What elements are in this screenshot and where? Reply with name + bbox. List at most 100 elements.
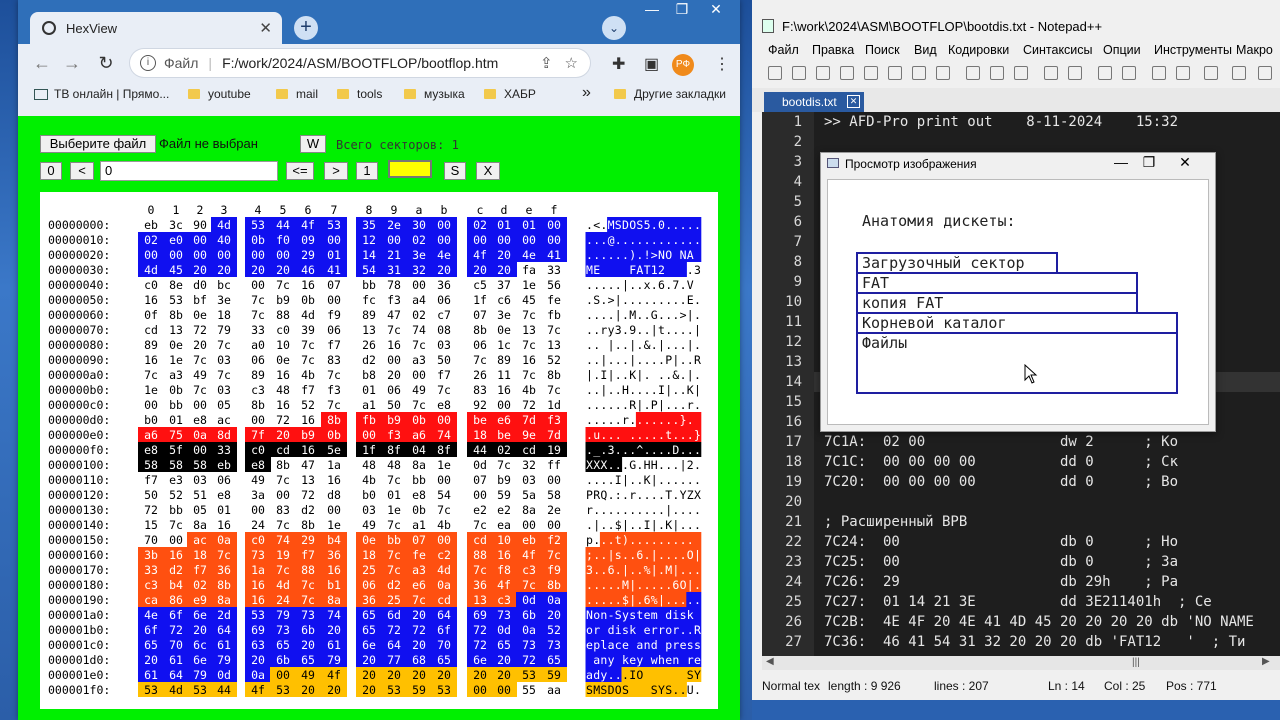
hex-byte[interactable]: 88 [473,548,487,562]
bookmark-tv[interactable]: ТВ онлайн | Прямо... [34,87,169,101]
hex-byte[interactable]: bb [169,503,183,517]
w-button[interactable]: W [300,135,326,153]
hex-byte[interactable]: 1c [497,338,511,352]
hex-byte[interactable]: 2e [387,218,401,232]
hex-byte[interactable]: 73 [522,638,536,652]
hex-byte[interactable]: 7d [522,413,536,427]
hex-byte[interactable]: 0e [193,308,207,322]
hex-byte[interactable]: 20 [387,668,401,682]
hex-byte[interactable]: 61 [144,668,158,682]
hex-byte[interactable]: 0a [437,578,451,592]
hex-byte[interactable]: 4f [327,668,341,682]
hex-byte[interactable]: d2 [301,503,315,517]
window-close-icon[interactable]: ✕ [704,0,728,18]
hex-byte[interactable]: 72 [144,503,158,517]
hex-byte[interactable]: 1a [327,458,341,472]
close-tab-icon[interactable]: ✕ [847,95,860,108]
hex-byte[interactable]: 65 [547,653,561,667]
hex-byte[interactable]: 7c [547,383,561,397]
hex-byte[interactable]: 61 [217,638,231,652]
hex-byte[interactable]: 63 [251,638,265,652]
hex-byte[interactable]: 00 [251,248,265,262]
bookmark-star-icon[interactable]: ☆ [565,54,578,72]
hex-byte[interactable]: 7c [193,383,207,397]
hex-byte[interactable]: 6e [362,638,376,652]
toolbar-button-icon[interactable] [1098,66,1112,80]
hex-byte[interactable]: 00 [251,413,265,427]
hex-byte[interactable]: d2 [362,353,376,367]
hex-byte[interactable]: 00 [522,233,536,247]
hex-byte[interactable]: 20 [412,608,426,622]
hex-byte[interactable]: 72 [522,398,536,412]
hex-byte[interactable]: 69 [473,608,487,622]
tab-hexview[interactable]: HexView ✕ [30,12,282,44]
hex-byte[interactable]: 7c [301,578,315,592]
hex-byte[interactable]: 00 [251,503,265,517]
hex-byte[interactable]: 03 [437,338,451,352]
hex-byte[interactable]: 7c [276,473,290,487]
hex-byte[interactable]: f8 [497,563,511,577]
hex-byte[interactable]: 12 [362,233,376,247]
hex-byte[interactable]: 16 [276,398,290,412]
bookmark-mail[interactable]: mail [276,87,318,101]
hex-byte[interactable]: 20 [437,263,451,277]
last-sector-button[interactable]: 1 [356,162,378,180]
hex-byte[interactable]: 08 [437,323,451,337]
hex-byte[interactable]: cd [473,533,487,547]
close-tab-icon[interactable]: ✕ [259,19,272,37]
toolbar-button-icon[interactable] [1068,66,1082,80]
hex-byte[interactable]: 53 [437,683,451,697]
hex-byte[interactable]: 13 [522,323,536,337]
hex-byte[interactable]: 53 [169,293,183,307]
hex-byte[interactable]: 3b [144,548,158,562]
hex-byte[interactable]: a6 [144,428,158,442]
hex-byte[interactable]: 7c [387,563,401,577]
hex-byte[interactable]: 16 [144,293,158,307]
hex-byte[interactable]: 00 [547,218,561,232]
hex-byte[interactable]: 03 [193,473,207,487]
info-icon[interactable]: i [140,55,156,71]
toolbar-button-icon[interactable] [864,66,878,80]
hex-byte[interactable]: 6e [193,608,207,622]
hex-byte[interactable]: 72 [301,488,315,502]
hex-byte[interactable]: 61 [327,638,341,652]
hex-byte[interactable]: c3 [497,593,511,607]
hex-byte[interactable]: 15 [144,518,158,532]
hex-dump[interactable]: 0 1 2 3 4 5 6 7 8 9 a b c d e f00000000: eb 3c 90 4d 53 44 4f 5… [40,192,718,709]
hex-byte[interactable]: b9 [387,413,401,427]
hex-byte[interactable]: 20 [362,653,376,667]
hex-byte[interactable]: f7 [301,548,315,562]
hex-byte[interactable]: 6e [193,653,207,667]
hex-byte[interactable]: 74 [276,533,290,547]
hex-byte[interactable]: 0b [301,293,315,307]
hex-byte[interactable]: 00 [473,683,487,697]
hex-byte[interactable]: b4 [327,533,341,547]
hex-byte[interactable]: 02 [144,233,158,247]
hex-byte[interactable]: 4d [217,218,231,232]
hex-byte[interactable]: aa [547,683,561,697]
url-text[interactable]: F:/work/2024/ASM/BOOTFLOP/bootflop.htm [222,55,540,71]
hex-byte[interactable]: 53 [193,683,207,697]
hex-byte[interactable]: 4b [522,383,536,397]
hex-byte[interactable]: 20 [276,263,290,277]
hex-byte[interactable]: 7c [251,308,265,322]
hex-byte[interactable]: 10 [497,533,511,547]
hex-byte[interactable]: 49 [412,383,426,397]
hex-byte[interactable]: 92 [473,398,487,412]
hex-byte[interactable]: 18 [193,548,207,562]
hex-byte[interactable]: 24 [251,518,265,532]
hex-byte[interactable]: 0e [276,353,290,367]
hex-byte[interactable]: 20 [387,368,401,382]
hex-byte[interactable]: 73 [497,608,511,622]
maximize-icon[interactable]: ❐ [670,0,694,18]
hex-byte[interactable]: 00 [144,398,158,412]
toolbar-button-icon[interactable] [1176,66,1190,80]
hex-byte[interactable]: 20 [362,668,376,682]
hex-byte[interactable]: 00 [497,398,511,412]
hex-byte[interactable]: 20 [437,668,451,682]
hex-byte[interactable]: a6 [412,428,426,442]
hex-byte[interactable]: 36 [362,593,376,607]
hex-byte[interactable]: 00 [437,473,451,487]
hex-byte[interactable]: 58 [547,488,561,502]
back-icon[interactable]: ← [30,52,54,74]
